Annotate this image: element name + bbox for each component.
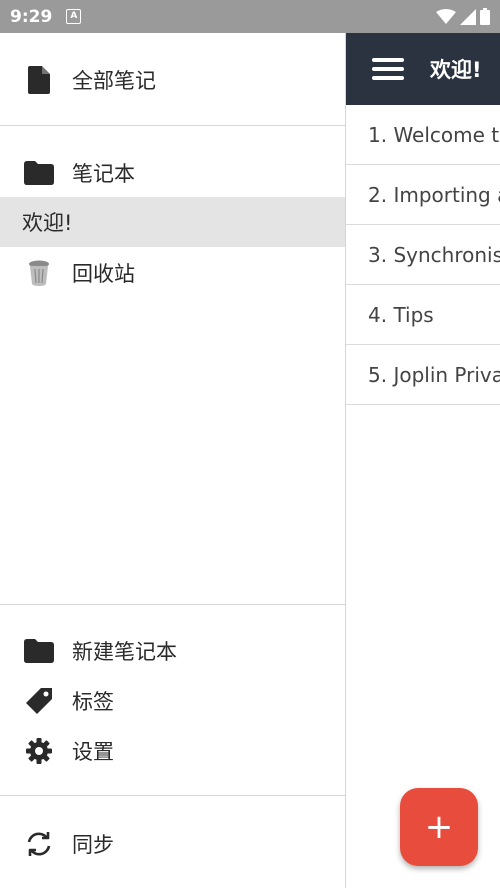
- trash-icon: [24, 258, 54, 288]
- drawer-item-tags[interactable]: 标签: [0, 681, 345, 721]
- note-item[interactable]: 5. Joplin Priva: [346, 345, 500, 405]
- drawer-item-label: 设置: [72, 740, 114, 764]
- drawer-item-label: 全部笔记: [72, 69, 156, 93]
- folder-icon: [24, 158, 54, 188]
- wifi-icon: [436, 8, 456, 24]
- drawer-item-new-notebook[interactable]: 新建笔记本: [0, 631, 345, 671]
- file-icon: [24, 65, 54, 95]
- note-item[interactable]: 2. Importing a: [346, 165, 500, 225]
- status-bar: 9:29 A: [0, 0, 500, 33]
- divider: [0, 604, 345, 605]
- drawer-item-label: 同步: [72, 833, 114, 857]
- drawer-item-label: 新建笔记本: [72, 640, 177, 664]
- drawer-item-label: 回收站: [72, 262, 135, 286]
- notes-title: 欢迎!: [430, 58, 482, 82]
- sync-icon: [24, 829, 54, 859]
- notes-header: 欢迎!: [346, 33, 500, 105]
- drawer-item-label: 笔记本: [72, 162, 135, 186]
- drawer-item-label: 标签: [72, 690, 114, 714]
- gear-icon: [24, 736, 54, 766]
- drawer-item-all-notes[interactable]: 全部笔记: [0, 60, 345, 100]
- notes-pane: 欢迎! 1. Welcome to 2. Importing a 3. Sync…: [346, 33, 500, 888]
- status-icons: [436, 8, 490, 25]
- notebook-label: 欢迎!: [22, 211, 73, 235]
- notebook-item-welcome[interactable]: 欢迎!: [0, 197, 345, 247]
- notification-icon: A: [66, 9, 82, 24]
- drawer-item-settings[interactable]: 设置: [0, 731, 345, 771]
- divider: [0, 125, 345, 126]
- note-item[interactable]: 3. Synchronis: [346, 225, 500, 285]
- signal-icon: [460, 8, 476, 25]
- menu-icon[interactable]: [372, 58, 404, 80]
- new-note-button[interactable]: +: [400, 788, 478, 866]
- battery-icon: [480, 8, 490, 25]
- tag-icon: [24, 686, 54, 716]
- side-drawer: 全部笔记 笔记本 欢迎! 回收站 新建笔记本 标签 设置 同步: [0, 33, 346, 888]
- divider: [0, 795, 345, 796]
- note-item[interactable]: 4. Tips: [346, 285, 500, 345]
- drawer-notebooks-header[interactable]: 笔记本: [0, 153, 345, 193]
- note-item[interactable]: 1. Welcome to: [346, 105, 500, 165]
- drawer-item-sync[interactable]: 同步: [0, 824, 345, 864]
- folder-icon: [24, 636, 54, 666]
- status-time: 9:29: [10, 6, 53, 27]
- drawer-item-trash[interactable]: 回收站: [0, 253, 345, 293]
- plus-icon: +: [424, 807, 454, 847]
